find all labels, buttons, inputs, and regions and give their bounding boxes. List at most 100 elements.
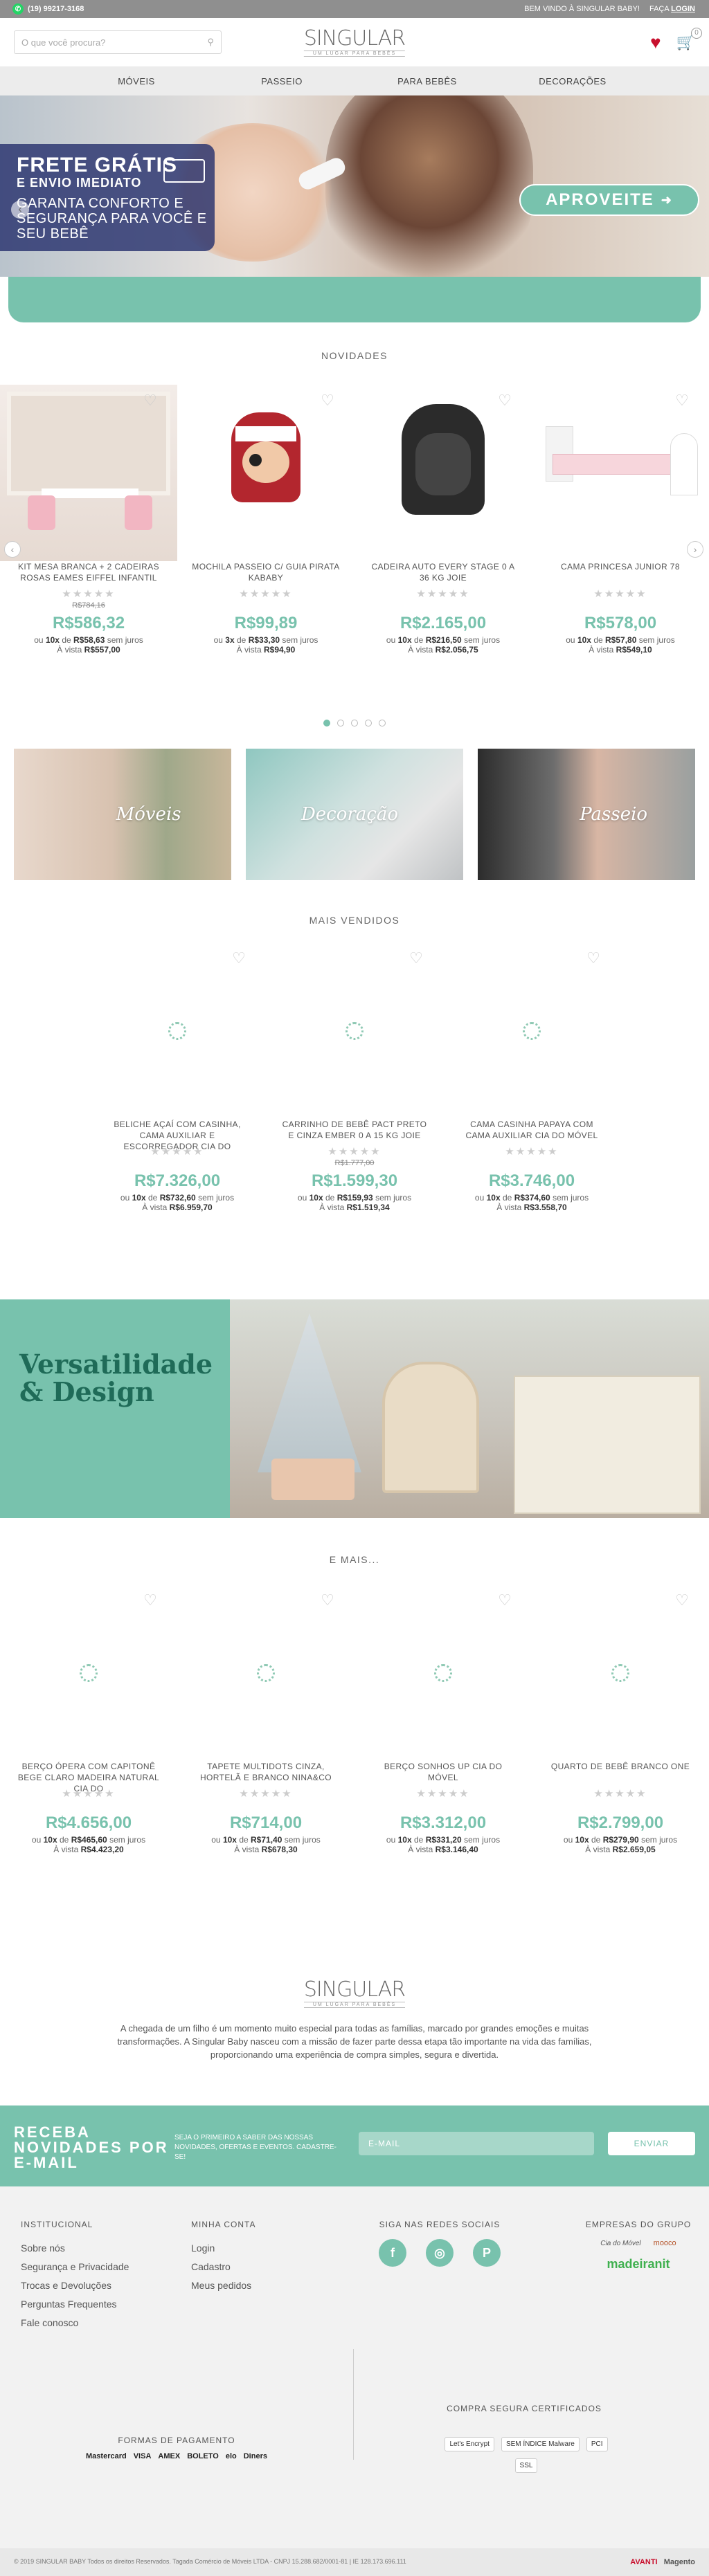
newsletter-info: SEJA O PRIMEIRO A SABER DAS NOSSAS NOVID… [174, 2134, 336, 2161]
nav-passeio[interactable]: PASSEIO [209, 76, 354, 86]
aproveite-button[interactable]: APROVEITE ➜ [519, 184, 699, 216]
promo-box: FRETE GRÁTIS E ENVIO IMEDIATO GARANTA CO… [0, 144, 215, 251]
malware-seal-icon: SEM ÍNDICE Malware [501, 2437, 580, 2451]
cart-icon[interactable]: 🛒 0 [676, 28, 702, 51]
product-image[interactable]: ♡ [0, 385, 177, 561]
product-name[interactable]: BERÇO ÓPERA COM CAPITONÊ BEGE CLARO MADE… [0, 1761, 177, 1793]
rating-stars: ★★★★★ [416, 1788, 470, 1800]
heart-icon[interactable]: ♡ [230, 949, 248, 967]
footer-link[interactable]: Segurança e Privacidade [21, 2258, 129, 2276]
carousel-dot[interactable] [365, 720, 372, 727]
product-image[interactable]: ♡ [354, 1584, 532, 1761]
heart-icon[interactable]: ♡ [673, 1591, 691, 1609]
carousel-next-arrow[interactable]: › [687, 541, 703, 558]
footer-link[interactable]: Fale conosco [21, 2314, 129, 2332]
category-banners: Móveis Decoração Passeio [14, 749, 695, 880]
facebook-icon[interactable]: f [379, 2239, 406, 2267]
carousel-dot[interactable] [351, 720, 358, 727]
banner-prev-arrow[interactable]: ‹ [11, 201, 29, 219]
installments: ou 3x de R$33,30 sem juros [213, 635, 318, 645]
product-name[interactable]: MOCHILA PASSEIO C/ GUIA PIRATA KABABY [177, 561, 354, 585]
login-link[interactable]: LOGIN [671, 5, 695, 13]
product-card[interactable]: ♡ TAPETE MULTIDOTS CINZA, HORTELÃ E BRAN… [177, 1584, 354, 1854]
carousel-dot[interactable] [323, 720, 330, 727]
product-image[interactable]: ♡ [266, 942, 443, 1119]
product-card[interactable]: ♡ MOCHILA PASSEIO C/ GUIA PIRATA KABABY … [177, 385, 354, 655]
product-image[interactable]: ♡ [532, 385, 709, 561]
novidades-carousel: ♡ KIT MESA BRANCA + 2 CADEIRAS ROSAS EAM… [0, 385, 709, 655]
old-price [89, 1159, 266, 1169]
product-name[interactable]: QUARTO DE BEBÊ BRANCO ONE [532, 1761, 709, 1784]
carousel-prev-arrow[interactable]: ‹ [4, 541, 21, 558]
cash-price: À vista R$94,90 [236, 645, 296, 655]
product-image[interactable]: ♡ [354, 385, 532, 561]
product-name[interactable]: BELICHE AÇAÍ COM CASINHA, CAMA AUXILIAR … [89, 1119, 266, 1151]
versatility-banner[interactable]: Versatilidade & Design [0, 1299, 709, 1518]
footer-link[interactable]: Cadastro [191, 2258, 255, 2276]
hero-banner[interactable]: FRETE GRÁTIS E ENVIO IMEDIATO GARANTA CO… [0, 95, 709, 277]
heart-icon[interactable]: ♡ [141, 392, 159, 410]
whatsapp-icon: ✆ [12, 3, 24, 15]
footer-link[interactable]: Login [191, 2239, 255, 2258]
product-image[interactable]: ♡ [177, 1584, 354, 1761]
carousel-dot[interactable] [379, 720, 386, 727]
about-logo: SINGULAR UM LUGAR PARA BEBÊS [303, 1977, 406, 2008]
nav-decoracoes[interactable]: DECORAÇÕES [500, 76, 645, 86]
search-icon[interactable]: ⚲ [207, 37, 214, 48]
product-name[interactable]: KIT MESA BRANCA + 2 CADEIRAS ROSAS EAMES… [0, 561, 177, 585]
heart-icon[interactable]: ♡ [318, 1591, 336, 1609]
carousel-dot[interactable] [337, 720, 344, 727]
login-prompt: FAÇA LOGIN [649, 5, 695, 13]
product-image[interactable]: ♡ [443, 942, 620, 1119]
heart-icon[interactable]: ♡ [584, 949, 602, 967]
newsletter-send-button[interactable]: ENVIAR [608, 2132, 695, 2155]
wishlist-heart-icon[interactable]: ♥ [650, 32, 661, 53]
footer-link[interactable]: Trocas e Devoluções [21, 2276, 129, 2295]
product-card[interactable]: ♡ CAMA PRINCESA JUNIOR 78 ★★★★★ R$578,00… [532, 385, 709, 655]
product-card[interactable]: ♡ QUARTO DE BEBÊ BRANCO ONE ★★★★★ R$2.79… [532, 1584, 709, 1854]
footer: INSTITUCIONAL Sobre nós Segurança e Priv… [0, 2186, 709, 2576]
footer-link[interactable]: Perguntas Frequentes [21, 2295, 129, 2314]
heart-icon[interactable]: ♡ [318, 392, 336, 410]
instagram-icon[interactable]: ◎ [426, 2239, 454, 2267]
product-card[interactable]: ♡ BELICHE AÇAÍ COM CASINHA, CAMA AUXILIA… [89, 942, 266, 1212]
product-name[interactable]: CARRINHO DE BEBÊ PACT PRETO E CINZA EMBE… [266, 1119, 443, 1142]
product-card[interactable]: ♡ BERÇO ÓPERA COM CAPITONÊ BEGE CLARO MA… [0, 1584, 177, 1854]
product-name[interactable]: TAPETE MULTIDOTS CINZA, HORTELÃ E BRANCO… [177, 1761, 354, 1784]
brand-madeiranit[interactable]: madeiranit [583, 2257, 694, 2272]
heart-icon[interactable]: ♡ [673, 392, 691, 410]
heart-icon[interactable]: ♡ [496, 1591, 514, 1609]
nav-para-bebes[interactable]: PARA BEBÊS [354, 76, 500, 86]
product-name[interactable]: BERÇO SONHOS UP CIA DO MÓVEL [354, 1761, 532, 1784]
product-image[interactable]: ♡ [89, 942, 266, 1119]
category-passeio[interactable]: Passeio [478, 749, 695, 880]
product-image[interactable]: ♡ [0, 1584, 177, 1761]
nav-moveis[interactable]: MÓVEIS [64, 76, 209, 86]
heart-icon[interactable]: ♡ [407, 949, 425, 967]
whatsapp-contact[interactable]: ✆ (19) 99217-3168 [12, 3, 84, 15]
product-image[interactable]: ♡ [177, 385, 354, 561]
category-label: Decoração [300, 804, 399, 825]
product-name[interactable]: CADEIRA AUTO EVERY STAGE 0 A 36 KG JOIE [354, 561, 532, 585]
footer-link[interactable]: Meus pedidos [191, 2276, 255, 2295]
brand-cia-do-movel[interactable]: Cia do Móvel [600, 2240, 640, 2247]
product-card[interactable]: ♡ KIT MESA BRANCA + 2 CADEIRAS ROSAS EAM… [0, 385, 177, 655]
cash-price: À vista R$1.519,34 [319, 1203, 390, 1212]
product-card[interactable]: ♡ CAMA CASINHA PAPAYA COM CAMA AUXILIAR … [443, 942, 620, 1212]
footer-link[interactable]: Sobre nós [21, 2239, 129, 2258]
newsletter-email-input[interactable]: E-MAIL [359, 2132, 594, 2155]
product-card[interactable]: ♡ CARRINHO DE BEBÊ PACT PRETO E CINZA EM… [266, 942, 443, 1212]
product-name[interactable]: CAMA CASINHA PAPAYA COM CAMA AUXILIAR CI… [443, 1119, 620, 1142]
heart-icon[interactable]: ♡ [496, 392, 514, 410]
brand-mooco[interactable]: mooco [654, 2239, 676, 2247]
product-image[interactable]: ♡ [532, 1584, 709, 1761]
pinterest-icon[interactable]: P [473, 2239, 501, 2267]
search-input[interactable]: O que você procura? ⚲ [14, 30, 222, 54]
category-moveis[interactable]: Móveis [14, 749, 231, 880]
heart-icon[interactable]: ♡ [141, 1591, 159, 1609]
product-card[interactable]: ♡ BERÇO SONHOS UP CIA DO MÓVEL ★★★★★ R$3… [354, 1584, 532, 1854]
product-card[interactable]: ♡ CADEIRA AUTO EVERY STAGE 0 A 36 KG JOI… [354, 385, 532, 655]
logo[interactable]: SINGULAR UM LUGAR PARA BEBÊS [303, 28, 406, 57]
product-name[interactable]: CAMA PRINCESA JUNIOR 78 [532, 561, 709, 585]
category-decoracao[interactable]: Decoração [246, 749, 463, 880]
